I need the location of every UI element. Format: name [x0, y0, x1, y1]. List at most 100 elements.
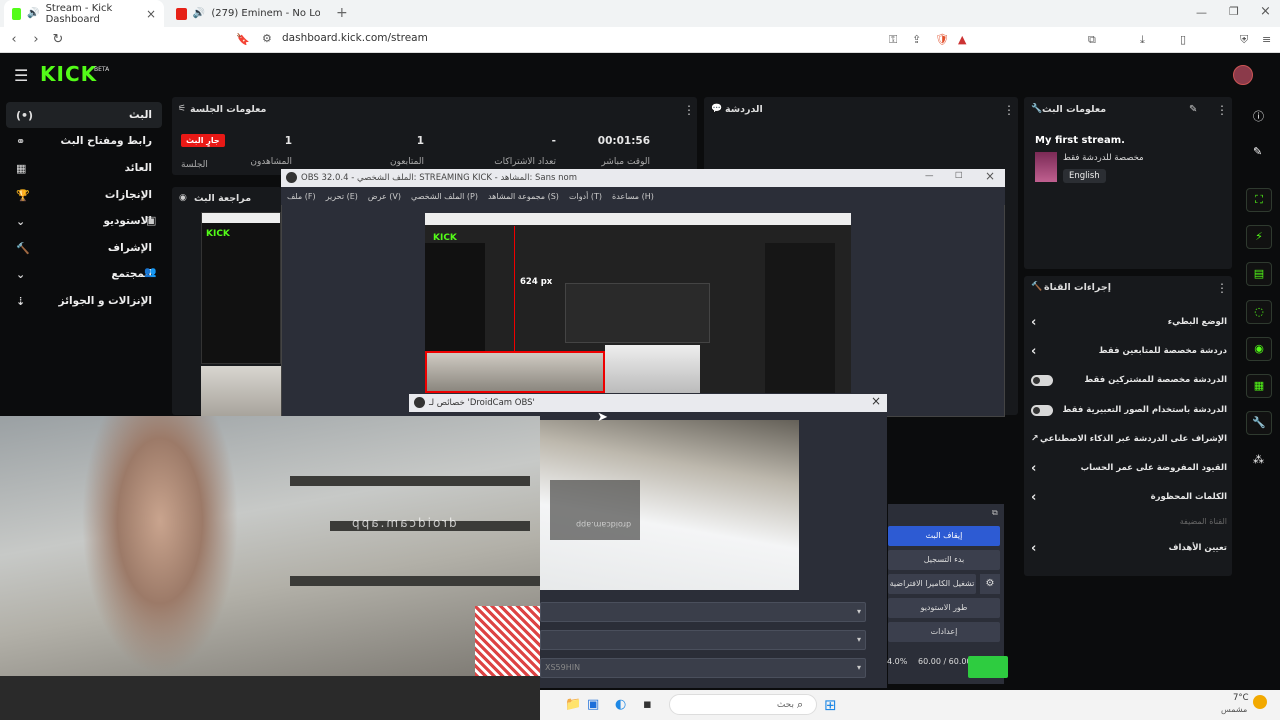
action-slow-mode[interactable]: الوضع البطيء ›: [1031, 311, 1227, 333]
file-explorer-icon[interactable]: 📁: [565, 697, 581, 712]
obs-menu-edit[interactable]: تحرير (E): [326, 192, 358, 201]
sidebar-item-community[interactable]: المجتمع ⌄: [6, 261, 162, 287]
obs-preview[interactable]: KICK 624 px: [425, 213, 851, 393]
hamburger-icon[interactable]: ☰: [14, 66, 28, 85]
avatar[interactable]: [1233, 65, 1253, 85]
rail-screen-icon[interactable]: ⛶: [1246, 188, 1272, 212]
more-options-icon[interactable]: ⋮: [1216, 103, 1228, 117]
obs-menu-file[interactable]: ملف (F): [287, 192, 316, 201]
rail-chat-icon[interactable]: ◌: [1246, 300, 1272, 324]
more-options-icon[interactable]: ⋮: [683, 103, 695, 117]
chevron-down-icon: ▾: [856, 635, 861, 644]
start-recording-button[interactable]: بدء التسجيل: [888, 550, 1000, 570]
brave-shield-icon[interactable]: 🛡: [935, 33, 949, 46]
reload-icon[interactable]: ↻: [50, 32, 66, 47]
search-icon: ⌕: [797, 698, 804, 711]
rail-lightning-icon[interactable]: ⚡: [1246, 225, 1272, 249]
taskbar-search[interactable]: بحث: [669, 694, 817, 715]
key-icon[interactable]: ⚿: [889, 33, 897, 47]
sidebar-item-studio[interactable]: الاستوديو ⌄: [6, 208, 162, 234]
sidebar-item-drops[interactable]: الإنزالات و الجوائز ⇣: [6, 288, 162, 314]
guide-line-vertical: [514, 226, 515, 352]
start-virtual-camera-button[interactable]: تشغيل الكاميرا الافتراضية: [888, 574, 976, 594]
site-info-icon[interactable]: ⚙: [262, 32, 272, 45]
edge-icon[interactable]: ◐: [615, 697, 626, 712]
droidcam-dropdown-1[interactable]: ▾: [540, 602, 866, 622]
chevron-down-icon: ⌄: [16, 214, 26, 228]
share-icon[interactable]: ⇪: [912, 33, 921, 46]
obs-menu-tools[interactable]: أدوات (T): [569, 192, 602, 201]
vpn-icon[interactable]: ⛨: [1240, 33, 1248, 47]
sidebar-item-moderation[interactable]: الإشراف 🔨: [6, 235, 162, 261]
rail-broadcast-icon[interactable]: ◉: [1246, 337, 1272, 361]
action-label: تعيين الأهداف: [1168, 543, 1227, 553]
action-label: القيود المفروضة على عمر الحساب: [1080, 463, 1227, 473]
action-banned-words[interactable]: الكلمات المحظورة ›: [1031, 486, 1227, 508]
sidebar-item-revenue[interactable]: العائد ▦: [6, 155, 162, 181]
obs-menu-profile[interactable]: الملف الشخصي (P): [411, 192, 478, 201]
bookmark-icon[interactable]: 🔖: [236, 33, 250, 46]
virtual-camera-settings-icon[interactable]: ⚙: [980, 574, 1000, 594]
subscribers-only-toggle[interactable]: [1031, 374, 1053, 386]
more-options-icon[interactable]: ⋮: [1216, 281, 1228, 295]
action-followers-only[interactable]: دردشة مخصصة للمتابعين فقط ›: [1031, 340, 1227, 362]
sidebar-item-label: الإشراف: [107, 242, 152, 254]
windows-start-icon[interactable]: ⊞: [824, 696, 837, 714]
menu-icon[interactable]: ≡: [1262, 33, 1271, 46]
close-icon[interactable]: ×: [146, 7, 156, 21]
info-icon[interactable]: ⓘ: [1253, 108, 1264, 124]
action-set-goals[interactable]: تعيين الأهداف ›: [1031, 537, 1227, 559]
webcam-poster: [475, 606, 540, 676]
tab-kick-dashboard[interactable]: 🔊 Stream - Kick Dashboard ×: [4, 0, 164, 27]
obs-menu-bar: ملف (F) تحرير (E) عرض (V) الملف الشخصي (…: [281, 187, 1005, 205]
droidcam-dropdown-2[interactable]: ▾: [540, 630, 866, 650]
sidebar-item-achievements[interactable]: الإنجازات 🏆: [6, 182, 162, 208]
rail-wrench-icon[interactable]: 🔧: [1246, 411, 1272, 435]
close-window-icon[interactable]: ×: [1260, 4, 1271, 19]
language-tag: English: [1063, 169, 1106, 183]
back-icon[interactable]: ‹: [6, 32, 22, 47]
settings-button[interactable]: إعدادات: [888, 622, 1000, 642]
studio-mode-button[interactable]: طور الاستوديو: [888, 598, 1000, 618]
extensions-icon[interactable]: ⧉: [1088, 33, 1096, 47]
pencil-icon[interactable]: ✎: [1253, 145, 1262, 158]
kick-logo[interactable]: KICK: [40, 62, 97, 86]
edit-icon[interactable]: ✎: [1189, 104, 1197, 115]
rail-layout-icon[interactable]: ▦: [1246, 374, 1272, 398]
tab-youtube[interactable]: 🔊 (279) Eminem - No Love (Explicit: [168, 0, 328, 27]
more-options-icon[interactable]: ⋮: [1003, 103, 1015, 117]
new-tab-button[interactable]: +: [336, 5, 348, 21]
droidcam-device-select[interactable]: XS59HIN ▾: [540, 658, 866, 678]
minimize-icon[interactable]: —: [1196, 6, 1207, 19]
store-icon[interactable]: ▣: [587, 697, 599, 712]
selected-source-box[interactable]: [425, 351, 605, 393]
app-icon[interactable]: ▪: [643, 697, 652, 712]
stop-streaming-button[interactable]: إيقاف البث: [888, 526, 1000, 546]
url-field[interactable]: dashboard.kick.com/stream: [282, 32, 428, 44]
forward-icon[interactable]: ›: [28, 32, 44, 47]
stat-live-time: 00:01:56: [597, 135, 650, 147]
close-icon[interactable]: ×: [985, 169, 995, 183]
sidebar-toggle-icon[interactable]: ▯: [1180, 33, 1186, 46]
close-icon[interactable]: ×: [871, 394, 881, 408]
sidebar-item-stream[interactable]: البث (•): [6, 102, 162, 128]
rail-document-icon[interactable]: ▤: [1246, 262, 1272, 286]
emotes-only-toggle[interactable]: [1031, 404, 1053, 416]
studio-icon: ▣: [146, 214, 157, 227]
dock-float-icon[interactable]: ⧉: [992, 508, 998, 518]
rewards-icon[interactable]: ▲: [958, 33, 966, 46]
minimize-icon[interactable]: —: [925, 171, 934, 181]
maximize-icon[interactable]: ☐: [955, 171, 963, 181]
obs-menu-view[interactable]: عرض (V): [368, 192, 401, 201]
webcam-shelf: [290, 476, 530, 486]
maximize-icon[interactable]: ❐: [1229, 5, 1239, 18]
action-account-age[interactable]: القيود المفروضة على عمر الحساب ›: [1031, 457, 1227, 479]
obs-menu-scene-collection[interactable]: مجموعة المشاهد (S): [488, 192, 559, 201]
action-ai-moderation[interactable]: الإشراف على الدردشة عبر الذكاء الاصطناعي…: [1031, 428, 1227, 450]
obs-menu-help[interactable]: مساعدة (H): [612, 192, 654, 201]
sidebar-item-stream-key[interactable]: رابط ومفتاح البث ⚭: [6, 128, 162, 154]
action-emotes-only[interactable]: الدردشة باستخدام الصور التعبيرية فقط: [1031, 399, 1227, 421]
download-icon[interactable]: ⤓: [1140, 33, 1145, 47]
action-subscribers-only[interactable]: الدردشة مخصصة للمشتركين فقط: [1031, 369, 1227, 391]
community-icon[interactable]: ⁂: [1253, 453, 1264, 466]
